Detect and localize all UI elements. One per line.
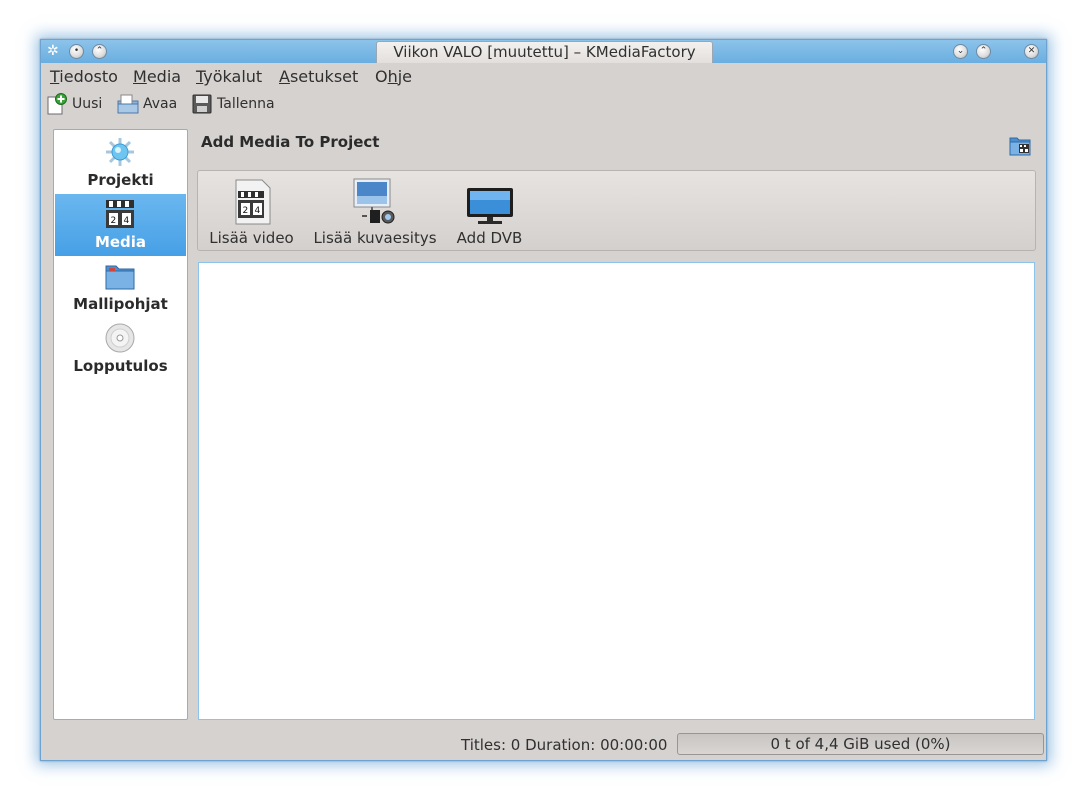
menu-asetukset[interactable]: Asetukset [279,67,358,86]
svg-text:2: 2 [111,216,117,226]
project-icon [106,138,134,166]
add-slideshow-label: Lisää kuvaesitys [313,229,437,247]
close-button[interactable]: ✕ [1024,44,1039,59]
open-button[interactable]: Avaa [117,93,177,115]
new-document-icon [47,93,67,115]
tv-icon [466,188,513,224]
slideshow-icon [353,178,395,224]
open-button-label: Avaa [143,96,178,112]
add-dvb-button[interactable]: Add DVB [452,177,527,247]
disc-icon [105,323,135,353]
sidebar-item-label: Mallipohjat [73,295,168,313]
svg-text:4: 4 [124,216,130,226]
status-bar: Titles: 0 Duration: 00:00:00 0 t of 4,4 … [41,732,1046,758]
media-folder-icon [1009,137,1031,156]
main-toolbar: Uusi Avaa Tallenna [41,91,1046,117]
app-window: ✲ • ⌃ Viikon VALO [muutettu] – KMediaFac… [40,39,1047,761]
status-summary: Titles: 0 Duration: 00:00:00 [461,736,668,754]
svg-text:4: 4 [254,206,260,216]
add-slideshow-button[interactable]: Lisää kuvaesitys [311,177,439,247]
new-button[interactable]: Uusi [46,93,102,115]
add-video-label: Lisää video [209,229,294,247]
save-button-label: Tallenna [217,96,275,112]
menu-tyokalut[interactable]: Työkalut [196,67,262,86]
sidebar-item-mallipohjat[interactable]: Mallipohjat [55,256,186,318]
maximize-button[interactable]: ⌃ [976,44,991,59]
sidebar-item-projekti[interactable]: Projekti [55,132,186,194]
minimize-button[interactable]: ⌄ [953,44,968,59]
sidebar: Projekti 2 4 Media Mallipohjat Lopputulo… [53,129,188,720]
keep-above-icon[interactable]: ⌃ [92,44,107,59]
svg-text:2: 2 [242,206,248,216]
window-title: Viikon VALO [muutettu] – KMediaFactory [376,41,713,63]
add-video-button[interactable]: 2 4 Lisää video [209,177,294,247]
new-button-label: Uusi [72,96,103,112]
video-clapper-icon: 2 4 [235,179,270,225]
title-bar[interactable]: ✲ • ⌃ Viikon VALO [muutettu] – KMediaFac… [41,40,1046,63]
disk-usage-bar: 0 t of 4,4 GiB used (0%) [677,733,1044,755]
save-disk-icon [192,94,212,114]
sidebar-item-media[interactable]: 2 4 Media [55,194,186,256]
app-menu-icon[interactable]: ✲ [47,43,63,59]
menu-bar: Tiedosto Media Työkalut Asetukset Ohje [41,64,1046,90]
keep-below-icon[interactable]: • [69,44,84,59]
disk-usage-label: 0 t of 4,4 GiB used (0%) [770,735,951,753]
add-media-toolbar: 2 4 Lisää video Lisää kuvaesitys Add DVB [197,170,1036,251]
menu-tiedosto[interactable]: Tiedosto [50,67,118,86]
save-button[interactable]: Tallenna [191,93,275,115]
templates-folder-icon [105,265,135,290]
menu-ohje[interactable]: Ohje [375,67,412,86]
page-title: Add Media To Project [201,133,380,151]
sidebar-item-lopputulos[interactable]: Lopputulos [55,318,186,380]
sidebar-item-label: Lopputulos [73,357,168,375]
open-folder-icon [117,94,139,114]
media-list[interactable] [198,262,1035,720]
menu-media[interactable]: Media [133,67,181,86]
sidebar-item-label: Media [94,233,147,251]
media-clapper-icon: 2 4 [106,200,134,228]
sidebar-item-label: Projekti [87,171,154,189]
add-dvb-label: Add DVB [456,229,523,247]
